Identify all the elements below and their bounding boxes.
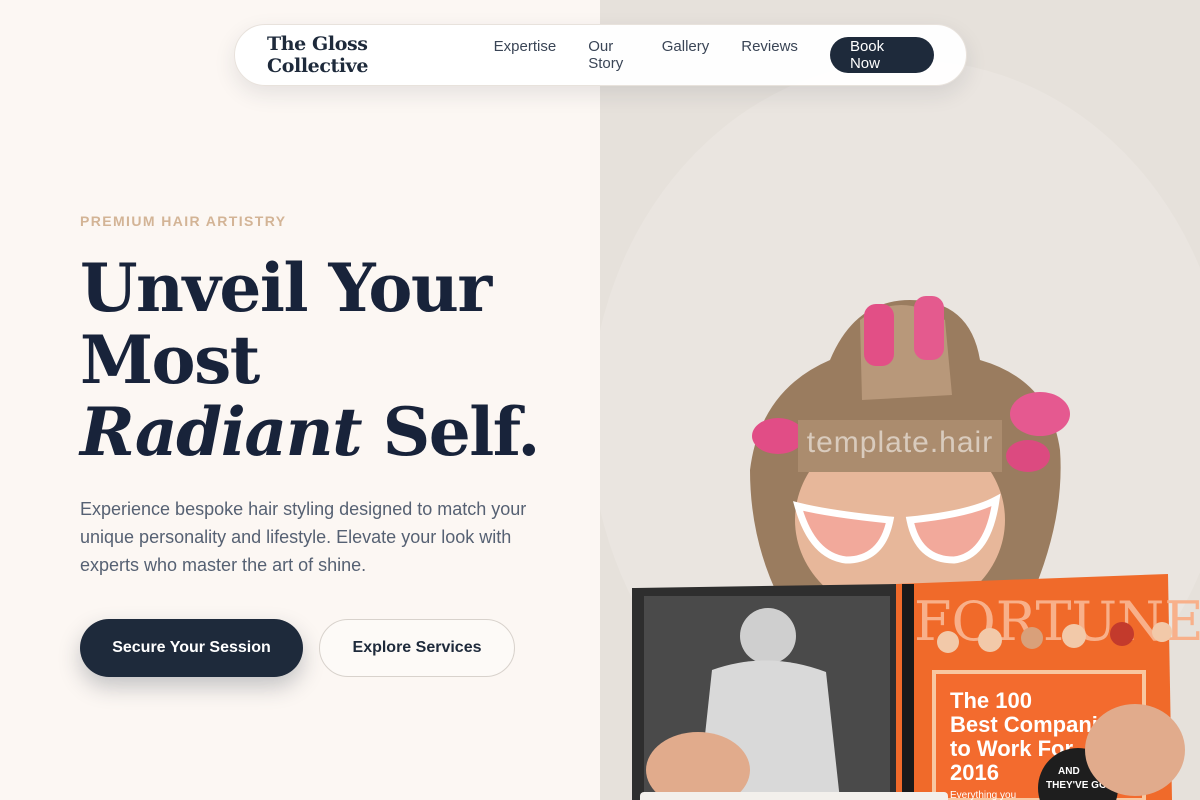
svg-text:The 100: The 100 bbox=[950, 688, 1032, 713]
svg-text:Everything you: Everything you bbox=[950, 790, 1016, 800]
brand-logo[interactable]: The Gloss Collective bbox=[267, 33, 462, 77]
hero-eyebrow: PREMIUM HAIR ARTISTRY bbox=[80, 213, 287, 229]
woman-reading-magazine-photo: FORTUNE The 100 Best Companies to Work F… bbox=[600, 0, 1200, 800]
bottom-card-edge bbox=[640, 792, 948, 800]
nav-links: Expertise Our Story Gallery Reviews bbox=[494, 38, 830, 72]
watermark: template.hair bbox=[806, 426, 994, 459]
hero-image: FORTUNE The 100 Best Companies to Work F… bbox=[600, 0, 1200, 800]
headline-italic-word: Radiant bbox=[80, 393, 363, 471]
hero-headline: Unveil Your Most Radiant Self. bbox=[80, 249, 541, 471]
headline-end-word: Self. bbox=[382, 393, 541, 471]
nav-link-our-story[interactable]: Our Story bbox=[588, 38, 630, 72]
headline-line-1: Unveil Your bbox=[80, 249, 492, 327]
hero-description: Experience bespoke hair styling designed… bbox=[80, 499, 527, 575]
headline-line-2: Most bbox=[80, 321, 260, 399]
book-now-button[interactable]: Book Now bbox=[829, 37, 934, 73]
svg-text:2016: 2016 bbox=[950, 760, 999, 785]
nav-link-gallery[interactable]: Gallery bbox=[662, 38, 710, 72]
secure-session-button[interactable]: Secure Your Session bbox=[80, 619, 303, 677]
svg-text:AND: AND bbox=[1058, 766, 1080, 777]
top-navigation: The Gloss Collective Expertise Our Story… bbox=[234, 24, 967, 86]
nav-link-expertise[interactable]: Expertise bbox=[494, 38, 557, 72]
headline-line-3: Radiant Self. bbox=[80, 393, 541, 471]
explore-services-button[interactable]: Explore Services bbox=[319, 619, 515, 677]
nav-link-reviews[interactable]: Reviews bbox=[741, 38, 798, 72]
